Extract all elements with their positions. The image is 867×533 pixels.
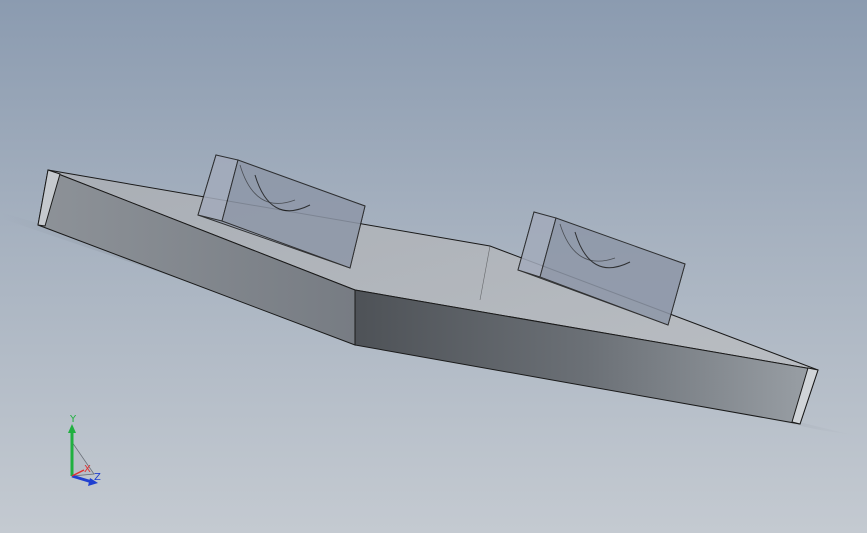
y-arrow-icon xyxy=(68,424,76,433)
reference-triad: Y X Z xyxy=(68,414,101,486)
3d-model-view[interactable] xyxy=(0,0,867,533)
z-axis-line xyxy=(71,474,93,484)
x-axis-label: X xyxy=(84,464,91,475)
graphics-viewport[interactable]: Y X Z xyxy=(0,0,867,533)
z-axis-label: Z xyxy=(94,472,101,483)
y-axis-label: Y xyxy=(69,414,77,425)
